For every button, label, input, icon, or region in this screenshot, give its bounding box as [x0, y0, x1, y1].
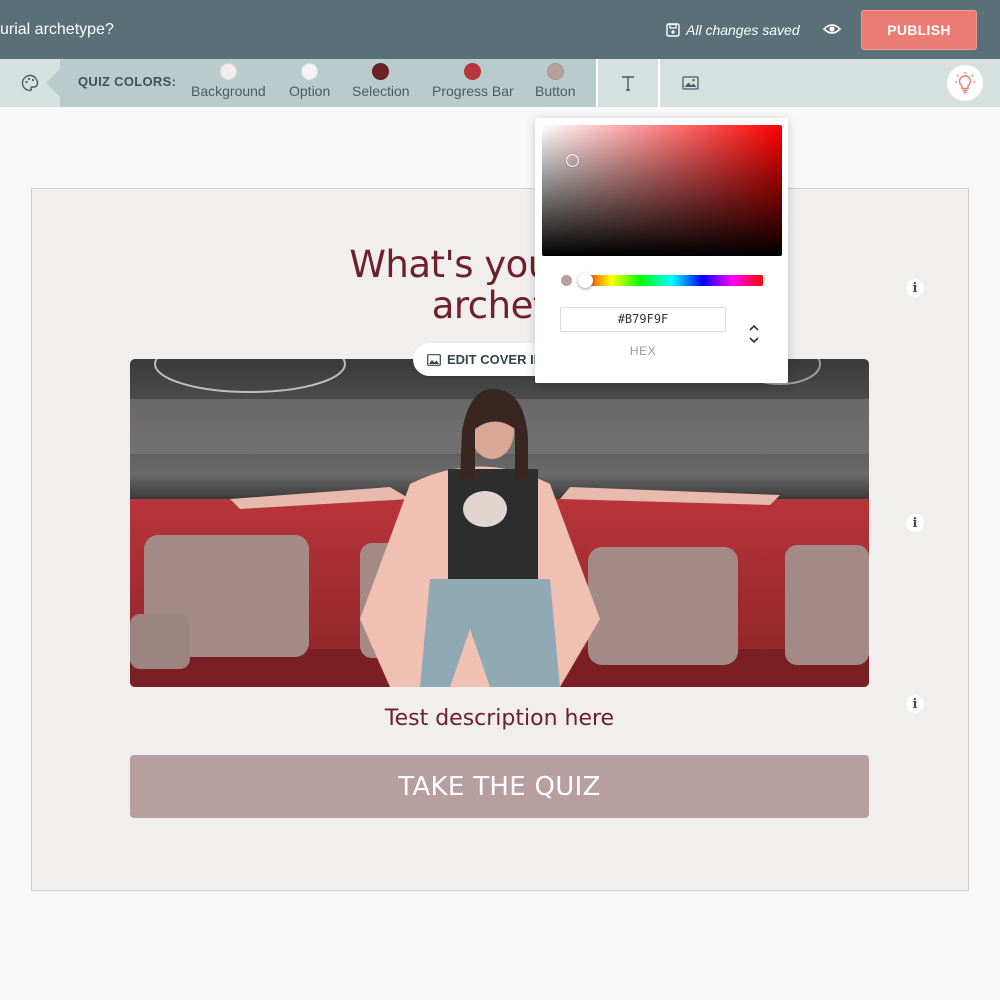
save-status: All changes saved	[666, 0, 800, 59]
swatch-option-color	[301, 63, 319, 80]
quiz-name[interactable]: urial archetype?	[0, 0, 114, 59]
hue-slider[interactable]	[580, 275, 763, 286]
swatch-button-label: Button	[535, 83, 576, 99]
image-icon	[427, 353, 441, 366]
save-disk-icon	[666, 22, 680, 37]
quiz-description[interactable]: Test description here	[130, 706, 869, 731]
image-tool-button[interactable]	[658, 59, 720, 107]
saturation-handle[interactable]	[566, 154, 579, 167]
preview-eye-icon[interactable]	[820, 18, 844, 40]
hex-input[interactable]: #B79F9F	[560, 307, 726, 332]
design-toolbar: QUIZ COLORS: Background Option Selection…	[0, 59, 1000, 107]
quiz-colors-label: QUIZ COLORS:	[78, 74, 177, 89]
swatch-selection-label: Selection	[352, 83, 410, 99]
swatch-selection[interactable]: Selection	[352, 63, 410, 99]
swatch-selection-color	[372, 63, 390, 80]
edit-cover-label: EDIT COVER IN	[447, 352, 544, 367]
swatch-progress-bar-label: Progress Bar	[432, 83, 514, 99]
hex-mode-label: HEX	[629, 344, 657, 358]
swatch-button[interactable]: Button	[535, 63, 575, 99]
text-tool-button[interactable]	[596, 59, 658, 107]
info-icon[interactable]: i	[906, 695, 924, 713]
lightbulb-icon[interactable]	[947, 65, 983, 101]
saturation-area[interactable]	[542, 125, 782, 256]
top-header: urial archetype? All changes saved PUBLI…	[0, 0, 1000, 59]
cover-image[interactable]	[130, 359, 869, 687]
info-icon[interactable]: i	[906, 279, 924, 297]
take-quiz-button[interactable]: TAKE THE QUIZ	[130, 755, 869, 818]
color-picker-popup: #B79F9F HEX	[535, 118, 788, 383]
swatch-option-label: Option	[289, 83, 331, 99]
swatch-button-color	[546, 63, 564, 80]
swatch-progress-bar[interactable]: Progress Bar	[432, 63, 514, 99]
hue-slider-handle[interactable]	[578, 273, 593, 288]
quiz-colors-panel: QUIZ COLORS: Background Option Selection…	[46, 59, 596, 107]
swatch-background-label: Background	[191, 83, 266, 99]
swatch-progress-bar-color	[464, 63, 482, 80]
swatch-background-color	[219, 63, 237, 80]
cover-photo	[130, 359, 869, 687]
color-preview-swatch	[561, 275, 572, 286]
format-toggle-arrows-icon[interactable]	[744, 319, 764, 349]
publish-button[interactable]: PUBLISH	[861, 10, 977, 50]
text-icon	[622, 76, 634, 91]
info-icon[interactable]: i	[906, 514, 924, 532]
swatch-option[interactable]: Option	[289, 63, 330, 99]
save-status-text: All changes saved	[686, 21, 800, 38]
image-icon	[681, 76, 699, 90]
swatch-background[interactable]: Background	[191, 63, 266, 99]
